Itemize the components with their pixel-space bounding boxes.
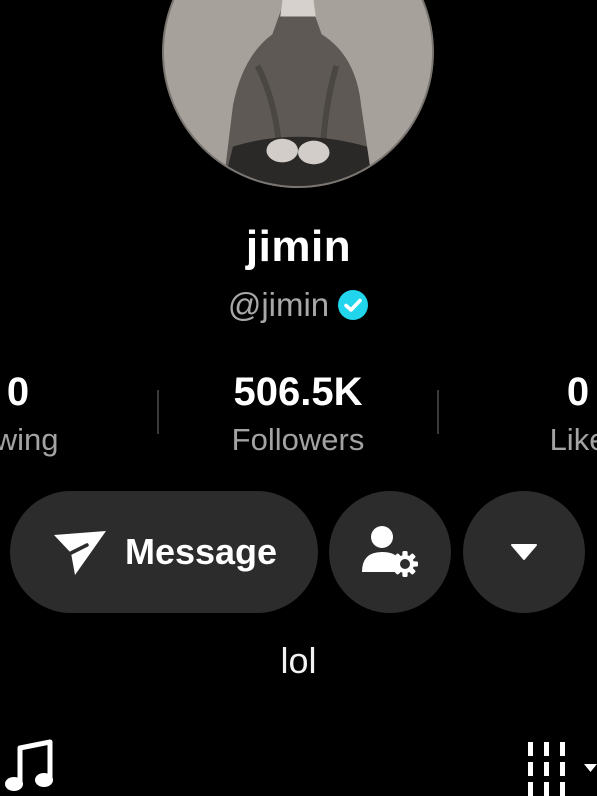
likes-count: 0 [566,370,590,414]
followers-label: Followers [231,422,365,457]
handle-row: @jimin [0,286,597,324]
grid-icon[interactable] [526,742,597,796]
message-button[interactable]: Message [10,491,318,613]
more-options-button[interactable] [463,491,585,613]
profile-avatar[interactable] [162,0,434,188]
stat-likes[interactable]: 0 Like [440,366,597,460]
user-gear-icon [362,526,418,577]
stat-following[interactable]: 0 owing [0,366,156,460]
message-label: Message [124,531,278,572]
caret-down-icon [511,544,537,560]
music-note-icon[interactable] [4,738,56,794]
followers-count: 506.5K [233,370,363,414]
friend-settings-button[interactable] [329,491,451,613]
profile-bio: lol [280,640,317,681]
profile-handle: @jimin [227,286,330,323]
send-icon [53,531,106,575]
likes-label: Like [549,422,597,457]
stat-divider [437,390,439,434]
following-label: owing [0,422,59,457]
verified-badge-icon [338,290,369,320]
following-count: 0 [6,370,30,414]
stat-followers[interactable]: 506.5K Followers [158,366,438,460]
avatar-photo [164,0,432,186]
profile-name: jimin [245,222,352,271]
